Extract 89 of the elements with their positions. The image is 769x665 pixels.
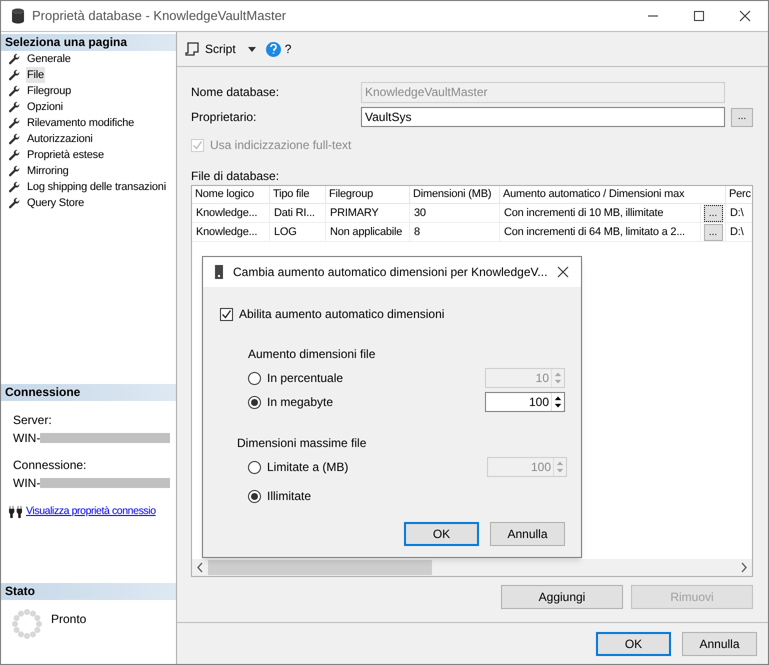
radio-label: Limitate a (MB) (267, 459, 348, 476)
spinner-value: 100 (528, 394, 550, 411)
table-cell: 8 (410, 223, 500, 241)
table-cell: Knowledge... (192, 223, 270, 241)
section-label: File di database: (191, 168, 280, 185)
table-cell: Knowledge... (192, 204, 270, 222)
wrench-icon (8, 116, 21, 130)
database-icon (11, 8, 25, 24)
radio-button[interactable] (248, 490, 261, 502)
sidebar-item[interactable]: Opzioni (26, 98, 64, 116)
sidebar-item[interactable]: Proprietà estese (26, 146, 105, 164)
server-icon (215, 265, 223, 279)
wrench-icon (8, 164, 21, 178)
sidebar-item[interactable]: File (26, 66, 45, 84)
progress-spinner-icon (11, 608, 43, 640)
wrench-icon (8, 196, 21, 210)
sidebar-item[interactable]: Generale (26, 50, 72, 68)
spinner-value: 100 (530, 459, 552, 476)
script-button[interactable]: Script (205, 40, 236, 58)
help-icon[interactable] (266, 42, 281, 56)
number-spinner[interactable]: 100 (485, 392, 565, 412)
dialog-title: Cambia aumento automatico dimensioni per KnowledgeV... (233, 264, 548, 281)
wrench-icon (8, 148, 21, 162)
section-header: Connessione (1, 384, 176, 401)
close-icon[interactable] (557, 266, 569, 278)
spinner-value: 10 (534, 370, 550, 387)
table-cell-text: D:\ (729, 225, 745, 240)
table-cell: Con incrementi di 64 MB, limitato a 2... (500, 223, 701, 241)
browse-button[interactable]: ... (731, 108, 753, 126)
wrench-icon (8, 132, 21, 146)
server-label: Server: (13, 412, 53, 429)
sidebar-item[interactable]: Rilevamento modifiche (26, 114, 136, 132)
scrollbar-thumb[interactable] (208, 560, 432, 575)
table-cell: PRIMARY (326, 204, 410, 222)
wrench-icon (8, 100, 21, 114)
connection-label: Connessione: (13, 457, 88, 474)
table-cell: LOG (270, 223, 326, 241)
spin-arrows-icon[interactable] (551, 393, 564, 411)
column-header[interactable]: Filegroup (326, 186, 410, 203)
wrench-icon (8, 68, 21, 82)
table-cell: Con incrementi di 10 MB, illimitate (500, 204, 701, 222)
dialog-button[interactable]: Annulla (490, 522, 565, 546)
connection-value: WIN- (13, 475, 40, 492)
help-button[interactable]: ? (284, 40, 292, 58)
wrench-icon (8, 180, 21, 194)
table-cell-text: D:\ (729, 206, 745, 221)
server-value: WIN- (13, 430, 40, 447)
dialog-button[interactable]: OK (596, 632, 671, 656)
edit-autogrowth-button[interactable]: ... (704, 204, 722, 222)
checkbox-label: Abilita aumento automatico dimensioni (239, 306, 444, 323)
status-text: Pronto (51, 610, 86, 628)
section-header: Seleziona una pagina (1, 34, 176, 51)
field-label: Proprietario: (191, 109, 258, 126)
table-cell: 30 (410, 204, 500, 222)
sidebar-item[interactable]: Log shipping delle transazioni (26, 178, 167, 196)
script-icon[interactable] (185, 42, 199, 56)
column-header[interactable]: Nome logico (192, 186, 270, 203)
radio-label: In megabyte (267, 394, 334, 411)
horizontal-scrollbar[interactable] (192, 559, 752, 576)
edit-autogrowth-button[interactable]: ... (704, 224, 722, 240)
column-header[interactable]: Aumento automatico / Dimensioni max (500, 186, 726, 203)
wrench-icon (8, 84, 21, 98)
window-title: Proprietà database - KnowledgeVaultMaster (32, 7, 286, 26)
radio-label: Illimitate (267, 488, 312, 505)
table-cell: Dati RI... (270, 204, 326, 222)
sidebar-item[interactable]: Autorizzazioni (26, 130, 94, 148)
section-header: Stato (1, 582, 176, 600)
sidebar-item[interactable]: Query Store (26, 194, 86, 212)
plug-icon (9, 506, 22, 518)
field-label: Nome database: (191, 84, 280, 101)
group-label: Dimensioni massime file (237, 435, 368, 452)
wrench-icon (8, 52, 21, 66)
column-header[interactable]: Dimensioni (MB) (410, 186, 500, 203)
checkbox-label: Usa indicizzazione full-text (210, 137, 352, 154)
column-header[interactable]: Tipo file (270, 186, 326, 203)
dropdown-caret-icon[interactable] (248, 46, 256, 52)
dialog-button[interactable]: Annulla (682, 632, 757, 656)
action-button[interactable]: Aggiungi (501, 585, 623, 609)
radio-button[interactable] (248, 396, 261, 408)
sidebar-item[interactable]: Mirroring (26, 162, 70, 180)
sidebar-item[interactable]: Filegroup (26, 82, 72, 100)
table-cell: Non applicabile (326, 223, 410, 241)
radio-label: In percentuale (267, 370, 344, 387)
group-label: Aumento dimensioni file (248, 346, 376, 363)
column-header[interactable]: Perc (726, 186, 752, 203)
dialog-button[interactable]: OK (404, 522, 479, 546)
owner-field[interactable]: VaultSys (361, 107, 725, 127)
checkbox[interactable] (220, 308, 233, 320)
connection-properties-link[interactable]: Visualizza proprietà connessio (26, 504, 156, 520)
